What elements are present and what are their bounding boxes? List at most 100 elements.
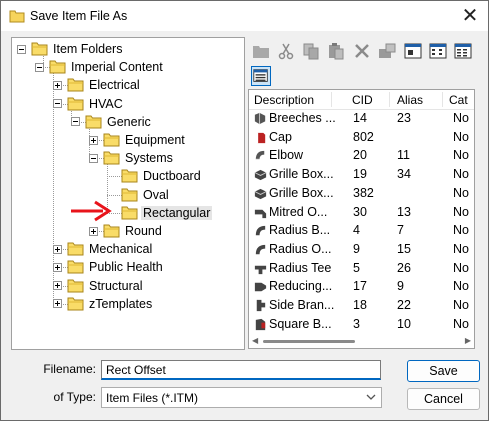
small-icons-view-icon[interactable]	[428, 41, 448, 61]
column-separator[interactable]	[442, 92, 443, 107]
cell-alias: 34	[397, 167, 411, 182]
folder-icon	[103, 223, 120, 238]
list-row[interactable]: Side Bran... 18 22 No	[249, 296, 474, 315]
tree-node-label: Ductboard	[143, 169, 201, 184]
filename-label: Filename:	[43, 362, 96, 376]
cell-cid: 30	[353, 204, 367, 219]
expand-icon[interactable]	[89, 135, 98, 145]
cell-alias: 11	[397, 148, 410, 163]
save-button[interactable]: Save	[407, 360, 480, 382]
cell-alias: 23	[397, 111, 411, 125]
expand-icon[interactable]	[53, 281, 62, 291]
paste-icon[interactable]	[326, 41, 346, 61]
new-folder-icon[interactable]	[251, 41, 271, 61]
cell-description: Grille Box...	[269, 185, 334, 200]
tree-node-label: Equipment	[125, 133, 185, 147]
tree-node-label: Item Folders	[53, 42, 123, 56]
delete-icon[interactable]	[352, 41, 372, 61]
tree-node-label: Generic	[107, 114, 151, 129]
fitting-icon	[254, 265, 267, 274]
list-row[interactable]: Radius O... 9 15 No	[249, 240, 474, 259]
cell-cid: 802	[353, 129, 374, 144]
cell-cat: No	[453, 148, 469, 163]
scroll-right-icon[interactable]: ▶	[465, 336, 471, 345]
folder-icon	[67, 259, 84, 274]
horizontal-scrollbar[interactable]: ◀ ▶	[249, 334, 474, 348]
properties-icon[interactable]	[377, 41, 397, 61]
cancel-button[interactable]: Cancel	[407, 388, 480, 410]
fitting-icon	[256, 299, 266, 312]
copy-icon[interactable]	[301, 41, 321, 61]
title-bar: Save Item File As ✕	[1, 1, 488, 31]
folder-icon	[121, 168, 138, 183]
tree-node-label: Structural	[89, 278, 143, 293]
cell-cid: 19	[353, 167, 367, 182]
column-cid[interactable]: CID	[352, 93, 373, 107]
list-row[interactable]: Cap 802 No	[249, 128, 474, 147]
list-row[interactable]: Square B... 3 10 No	[249, 315, 474, 334]
file-type-select[interactable]: Item Files (*.ITM)	[101, 387, 382, 408]
item-list[interactable]: Description CID Alias Cat Breeches ... 14…	[248, 89, 475, 349]
folder-icon	[67, 278, 84, 293]
cell-alias: 10	[397, 316, 411, 331]
fitting-icon	[254, 169, 267, 181]
fitting-icon	[255, 151, 265, 161]
cell-description: Reducing...	[269, 279, 333, 294]
list-row[interactable]: Grille Box... 19 34 No	[249, 165, 474, 184]
window-title: Save Item File As	[30, 9, 128, 23]
collapse-icon[interactable]	[71, 117, 80, 127]
cell-description: Radius Tee	[269, 260, 332, 275]
cell-cat: No	[453, 316, 469, 331]
fitting-icon	[254, 283, 267, 292]
expand-icon[interactable]	[89, 226, 98, 236]
large-icons-view-icon[interactable]	[403, 41, 423, 61]
folder-icon	[67, 77, 84, 92]
close-button[interactable]: ✕	[458, 4, 482, 28]
expand-icon[interactable]	[53, 80, 62, 90]
list-row[interactable]: Radius B... 4 7 No	[249, 221, 474, 240]
details-view-icon[interactable]	[251, 66, 271, 86]
expand-icon[interactable]	[53, 262, 62, 272]
list-row[interactable]: Elbow 20 11 No	[249, 146, 474, 165]
list-row[interactable]: Reducing... 17 9 No	[249, 277, 474, 296]
folder-icon	[103, 132, 120, 147]
cell-alias: 13	[397, 204, 411, 219]
tree-node-label: Rectangular	[141, 205, 213, 220]
expand-icon[interactable]	[53, 299, 62, 309]
column-separator[interactable]	[331, 92, 332, 107]
list-row[interactable]: Grille Box... 382 No	[249, 184, 474, 203]
cut-icon[interactable]	[276, 41, 296, 61]
cell-description: Radius B...	[269, 223, 331, 238]
filename-input[interactable]: Rect Offset	[101, 360, 381, 380]
folder-icon	[67, 96, 84, 111]
cell-alias: 7	[397, 223, 404, 238]
folder-icon	[49, 59, 66, 74]
list-view-icon[interactable]	[453, 41, 473, 61]
column-separator[interactable]	[389, 92, 390, 107]
collapse-icon[interactable]	[53, 99, 62, 109]
cell-description: Mitred O...	[269, 204, 328, 219]
folder-icon	[121, 187, 138, 202]
cell-cid: 5	[353, 260, 360, 275]
collapse-icon[interactable]	[89, 153, 98, 163]
collapse-icon[interactable]	[35, 62, 44, 72]
list-row[interactable]: Breeches ... 14 23 No	[249, 109, 474, 128]
scroll-left-icon[interactable]: ◀	[252, 336, 258, 345]
folder-icon	[31, 41, 48, 56]
folder-tree[interactable]: Item Folders Imperial Content Electrical HV…	[11, 37, 245, 350]
tree-node-label: Public Health	[89, 260, 163, 275]
column-cat[interactable]: Cat	[449, 93, 468, 107]
cell-description: Cap	[269, 129, 292, 144]
tree-node-label: HVAC	[89, 96, 123, 111]
cell-cid: 18	[353, 298, 367, 312]
cell-cat: No	[453, 279, 469, 294]
tree-node-label: Round	[125, 224, 162, 238]
collapse-icon[interactable]	[17, 44, 26, 54]
scrollbar-thumb[interactable]	[263, 340, 355, 343]
expand-icon[interactable]	[53, 244, 62, 254]
folder-icon	[67, 296, 84, 311]
list-row[interactable]: Radius Tee 5 26 No	[249, 259, 474, 278]
column-alias[interactable]: Alias	[397, 93, 423, 107]
column-description[interactable]: Description	[254, 93, 314, 107]
list-row[interactable]: Mitred O... 30 13 No	[249, 203, 474, 222]
